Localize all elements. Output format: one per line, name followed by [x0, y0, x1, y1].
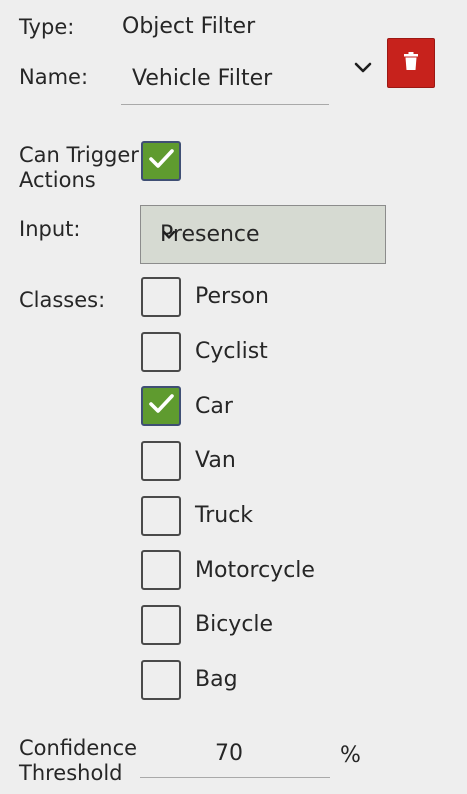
input-select[interactable]: Presence	[140, 205, 386, 264]
class-label-bag: Bag	[195, 667, 238, 692]
name-input-value: Vehicle Filter	[132, 66, 273, 91]
checkmark-icon	[146, 389, 176, 423]
name-label: Name:	[19, 65, 89, 89]
type-label: Type:	[19, 15, 75, 39]
class-checkbox-car[interactable]	[141, 386, 181, 426]
class-label-truck: Truck	[195, 503, 254, 528]
class-label-cyclist: Cyclist	[195, 339, 268, 364]
threshold-input[interactable]: 70	[140, 733, 330, 778]
threshold-label-line2: Threshold	[19, 761, 123, 785]
class-checkbox-motorcycle[interactable]	[141, 550, 181, 590]
threshold-input-value: 70	[215, 741, 243, 766]
class-checkbox-person[interactable]	[141, 277, 181, 317]
can-trigger-checkbox[interactable]	[141, 141, 181, 181]
classes-label: Classes:	[19, 288, 106, 312]
chevron-down-icon	[160, 225, 178, 243]
name-input[interactable]: Vehicle Filter	[121, 60, 329, 105]
class-checkbox-van[interactable]	[141, 441, 181, 481]
type-value: Object Filter	[122, 14, 256, 39]
can-trigger-label-line2: Actions	[19, 168, 96, 192]
class-checkbox-bag[interactable]	[141, 660, 181, 700]
threshold-label-line1: Confidence	[19, 736, 138, 760]
can-trigger-label-line1: Can Trigger	[19, 143, 139, 167]
class-checkbox-truck[interactable]	[141, 496, 181, 536]
chevron-down-icon[interactable]	[351, 56, 375, 80]
checkmark-icon	[146, 144, 176, 178]
class-label-person: Person	[195, 284, 269, 309]
input-label: Input:	[19, 217, 81, 241]
threshold-unit: %	[340, 743, 361, 768]
class-label-bicycle: Bicycle	[195, 612, 274, 637]
class-label-van: Van	[195, 448, 236, 473]
class-checkbox-bicycle[interactable]	[141, 605, 181, 645]
trash-icon	[404, 52, 418, 74]
class-checkbox-cyclist[interactable]	[141, 332, 181, 372]
class-label-car: Car	[195, 394, 233, 419]
class-label-motorcycle: Motorcycle	[195, 558, 315, 583]
delete-button[interactable]	[387, 38, 435, 88]
